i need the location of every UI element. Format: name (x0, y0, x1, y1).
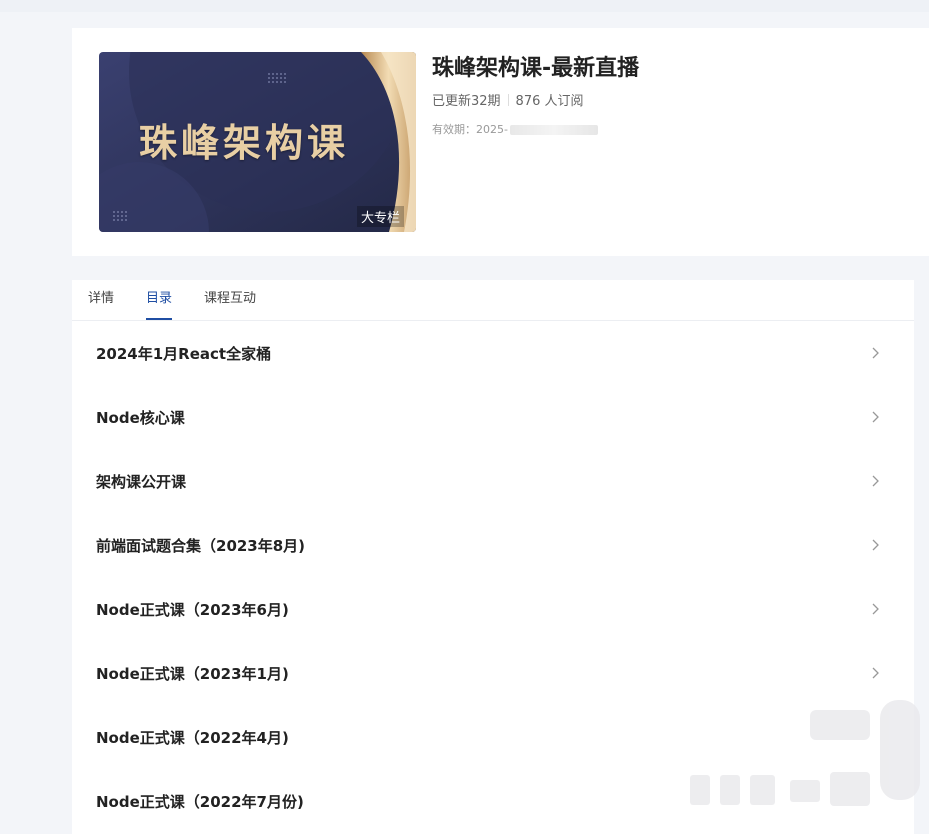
chevron-right-icon (870, 346, 880, 360)
catalog-item[interactable]: 前端面试题合集（2023年8月) (72, 513, 914, 577)
chevron-right-icon (870, 666, 880, 680)
catalog-item[interactable]: Node正式课（2023年1月) (72, 641, 914, 705)
chevron-right-icon (870, 602, 880, 616)
redacted-date (509, 125, 598, 135)
subscriber-count: 876 人订阅 (515, 94, 584, 109)
catalog-item-label: Node正式课（2022年7月份) (96, 792, 304, 811)
tab-interaction[interactable]: 课程互动 (204, 279, 256, 320)
top-bar (0, 0, 929, 12)
catalog-item-label: Node正式课（2023年1月) (96, 664, 289, 683)
cover-title-text: 珠峰架构课 (138, 121, 349, 165)
catalog-item-label: 2024年1月React全家桶 (96, 344, 272, 363)
course-cover-image[interactable]: 珠峰架构课 大专栏 (99, 52, 416, 232)
catalog-item-label: 前端面试题合集（2023年8月) (96, 536, 306, 555)
validity-label: 有效期：2025- (432, 123, 508, 136)
chevron-right-icon (870, 474, 880, 488)
tab-details[interactable]: 详情 (88, 279, 114, 320)
tab-bar: 详情 目录 课程互动 (72, 280, 914, 321)
cover-badge: 大专栏 (356, 206, 404, 227)
course-title: 珠峰架构课-最新直播 (432, 56, 640, 81)
tab-catalog[interactable]: 目录 (146, 279, 173, 320)
course-meta: 已更新32期 876 人订阅 (432, 90, 639, 109)
catalog-item[interactable]: 架构课公开课 (72, 449, 914, 513)
catalog-item-label: Node正式课（2022年4月) (96, 728, 289, 747)
course-content-card: 详情 目录 课程互动 2024年1月React全家桶 Node核心课 架构课公开… (72, 280, 914, 834)
updated-count: 已更新32期 (432, 94, 501, 109)
chevron-right-icon (870, 538, 880, 552)
chevron-right-icon (870, 410, 880, 424)
validity-period: 有效期：2025- (432, 121, 639, 137)
meta-divider (507, 93, 509, 106)
catalog-item[interactable]: Node核心课 (72, 385, 914, 449)
catalog-item-label: 架构课公开课 (96, 472, 187, 491)
catalog-list: 2024年1月React全家桶 Node核心课 架构课公开课 前端面试题合集（2… (72, 321, 914, 833)
catalog-item[interactable]: Node正式课（2022年7月份) (72, 769, 914, 833)
catalog-item[interactable]: 2024年1月React全家桶 (72, 321, 914, 385)
catalog-item-label: Node核心课 (96, 408, 185, 427)
catalog-item-label: Node正式课（2023年6月) (96, 600, 289, 619)
course-info: 珠峰架构课-最新直播 已更新32期 876 人订阅 有效期：2025- (432, 54, 639, 137)
course-header-card: 珠峰架构课 大专栏 珠峰架构课-最新直播 已更新32期 876 人订阅 有效期：… (72, 28, 929, 256)
catalog-item[interactable]: Node正式课（2022年4月) (72, 705, 914, 769)
catalog-item[interactable]: Node正式课（2023年6月) (72, 577, 914, 641)
